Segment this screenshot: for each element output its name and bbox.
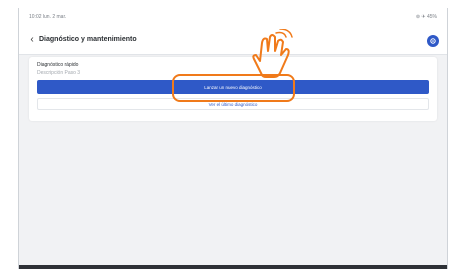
gear-glyph	[430, 38, 436, 44]
page-title: Diagnóstico y mantenimiento	[39, 36, 137, 43]
status-indicators: ⊚ ✈ 45%	[415, 14, 437, 20]
card-title: Diagnóstico rápido	[37, 62, 79, 68]
toolbar: ‹ Diagnóstico y mantenimiento	[19, 28, 447, 55]
device-screen: 10:02 lun. 2 mar. ⊚ ✈ 45% ‹ Diagnóstico …	[18, 8, 448, 269]
bottom-nav-bar	[19, 265, 447, 269]
status-time: 10:02 lun. 2 mar.	[29, 14, 67, 20]
gear-icon[interactable]	[427, 35, 439, 47]
card-subtitle: Descripción Paso 3	[37, 70, 81, 76]
launch-diagnostic-button[interactable]: Lanzar un nuevo diagnóstico	[37, 80, 429, 94]
status-bar: 10:02 lun. 2 mar. ⊚ ✈ 45%	[19, 8, 447, 28]
view-last-diagnostic-button[interactable]: Ver el último diagnóstico	[37, 98, 429, 110]
quick-diagnostic-card: Diagnóstico rápido Descripción Paso 3 La…	[29, 57, 437, 121]
chevron-left-icon[interactable]: ‹	[27, 34, 37, 46]
